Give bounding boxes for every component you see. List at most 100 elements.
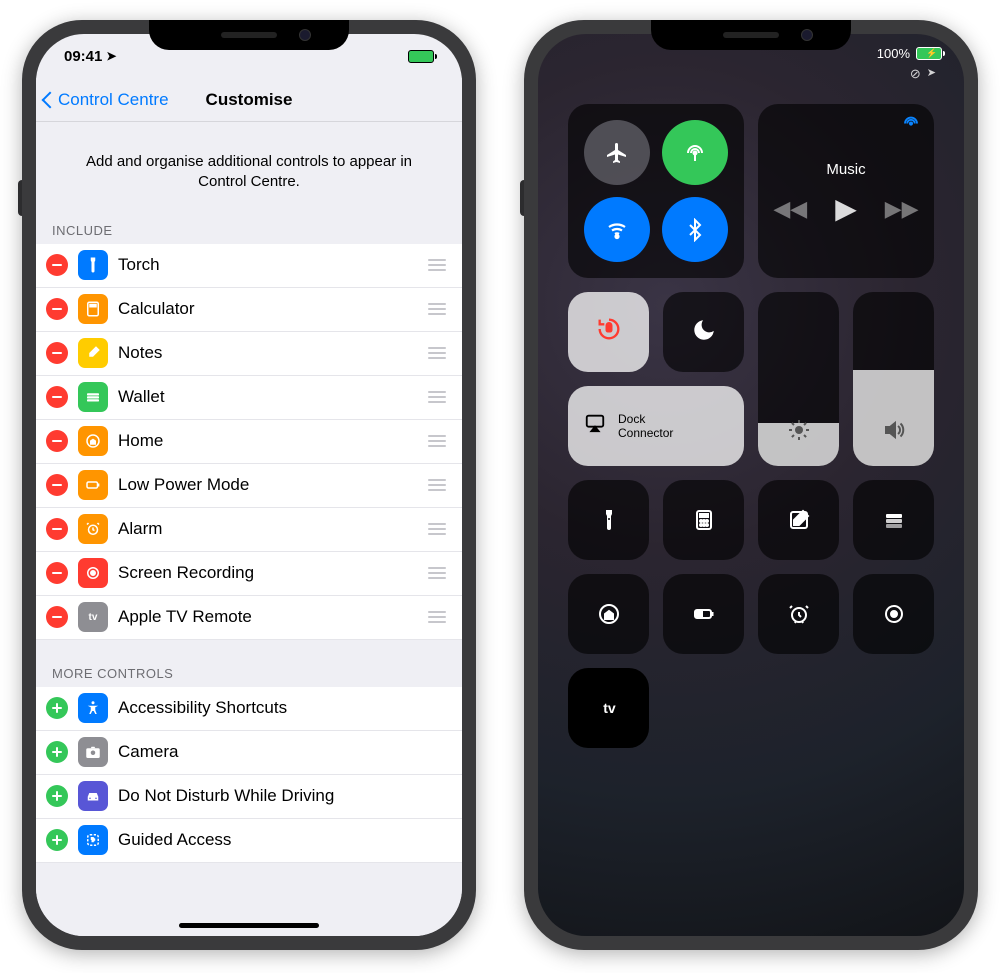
airplay-icon[interactable] xyxy=(902,116,920,139)
control-row[interactable]: Wallet xyxy=(36,376,462,420)
remove-button[interactable] xyxy=(46,606,68,628)
control-row[interactable]: Low Power Mode xyxy=(36,464,462,508)
remove-button[interactable] xyxy=(46,386,68,408)
record-tile[interactable] xyxy=(853,574,934,654)
row-label: Low Power Mode xyxy=(118,475,416,495)
remove-button[interactable] xyxy=(46,474,68,496)
add-button[interactable] xyxy=(46,697,68,719)
row-label: Torch xyxy=(118,255,416,275)
music-label: Music xyxy=(826,161,865,178)
drag-handle-icon[interactable] xyxy=(426,303,446,315)
control-row[interactable]: Accessibility Shortcuts xyxy=(36,687,462,731)
drag-handle-icon[interactable] xyxy=(426,347,446,359)
cc-status-bar: 100% ⚡ xyxy=(877,46,942,61)
drag-handle-icon[interactable] xyxy=(426,259,446,271)
control-row[interactable]: Torch xyxy=(36,244,462,288)
calc-icon xyxy=(78,294,108,324)
row-label: Do Not Disturb While Driving xyxy=(118,786,446,806)
next-track-button[interactable]: ▶▶ xyxy=(885,196,919,222)
control-row[interactable]: Notes xyxy=(36,332,462,376)
back-button[interactable]: Control Centre xyxy=(44,90,169,110)
home-tile[interactable] xyxy=(568,574,649,654)
moon-icon xyxy=(691,317,717,348)
control-centre-screen: 100% ⚡ ⊘ ➤ xyxy=(538,34,964,936)
airplane-toggle[interactable] xyxy=(584,120,650,185)
play-button[interactable]: ▶ xyxy=(835,192,857,225)
wallet-tile[interactable] xyxy=(853,480,934,560)
more-list: Accessibility Shortcuts Camera Do Not Di… xyxy=(36,687,462,863)
control-row[interactable]: Do Not Disturb While Driving xyxy=(36,775,462,819)
low-power-tile[interactable] xyxy=(663,574,744,654)
calculator-tile[interactable] xyxy=(663,480,744,560)
control-row[interactable]: Alarm xyxy=(36,508,462,552)
control-row[interactable]: Camera xyxy=(36,731,462,775)
back-label: Control Centre xyxy=(58,90,169,110)
access-icon xyxy=(78,693,108,723)
location-icon: ➤ xyxy=(106,49,116,63)
notch xyxy=(651,20,851,50)
cc-grid: Music ◀◀ ▶ ▶▶ xyxy=(568,104,934,748)
bluetooth-toggle[interactable] xyxy=(662,197,728,262)
notes-tile[interactable] xyxy=(758,480,839,560)
drag-handle-icon[interactable] xyxy=(426,523,446,535)
battery-icon xyxy=(78,470,108,500)
prev-track-button[interactable]: ◀◀ xyxy=(773,196,807,222)
cellular-toggle[interactable] xyxy=(662,120,728,185)
remove-button[interactable] xyxy=(46,562,68,584)
remove-button[interactable] xyxy=(46,298,68,320)
camera-icon xyxy=(78,737,108,767)
row-label: Screen Recording xyxy=(118,563,416,583)
rotation-lock-tile[interactable] xyxy=(568,292,649,372)
phone-right: 100% ⚡ ⊘ ➤ xyxy=(524,20,978,950)
add-button[interactable] xyxy=(46,829,68,851)
music-tile[interactable]: Music ◀◀ ▶ ▶▶ xyxy=(758,104,934,278)
drag-handle-icon[interactable] xyxy=(426,611,446,623)
remove-button[interactable] xyxy=(46,518,68,540)
dnd-tile[interactable] xyxy=(663,292,744,372)
settings-screen: 09:41 ➤ Control Centre Customise Add and… xyxy=(36,34,462,936)
remove-button[interactable] xyxy=(46,430,68,452)
airplay-mirror-icon xyxy=(582,412,608,440)
control-row[interactable]: Guided Access xyxy=(36,819,462,863)
row-label: Guided Access xyxy=(118,830,446,850)
remove-button[interactable] xyxy=(46,254,68,276)
volume-icon xyxy=(882,418,906,448)
control-row[interactable]: Home xyxy=(36,420,462,464)
control-row[interactable]: Calculator xyxy=(36,288,462,332)
intro-text: Add and organise additional controls to … xyxy=(36,122,462,217)
row-label: Calculator xyxy=(118,299,416,319)
screen-mirror-tile[interactable]: Dock Connector xyxy=(568,386,744,466)
torch-tile[interactable] xyxy=(568,480,649,560)
drag-handle-icon[interactable] xyxy=(426,479,446,491)
alarm-tile[interactable] xyxy=(758,574,839,654)
appletv-tile[interactable]: tv xyxy=(568,668,649,748)
more-header: More Controls xyxy=(36,660,462,687)
brightness-icon xyxy=(787,418,811,448)
control-row[interactable]: tv Apple TV Remote xyxy=(36,596,462,640)
home-icon xyxy=(78,426,108,456)
wifi-toggle[interactable] xyxy=(584,197,650,262)
nav-bar: Control Centre Customise xyxy=(36,78,462,122)
control-row[interactable]: Screen Recording xyxy=(36,552,462,596)
alarm-icon xyxy=(78,514,108,544)
page-title: Customise xyxy=(206,90,293,110)
brightness-slider[interactable] xyxy=(758,292,839,466)
mirror-line2: Connector xyxy=(618,426,673,440)
car-icon xyxy=(78,781,108,811)
home-indicator[interactable] xyxy=(179,923,319,928)
drag-handle-icon[interactable] xyxy=(426,435,446,447)
connectivity-group[interactable] xyxy=(568,104,744,278)
drag-handle-icon[interactable] xyxy=(426,567,446,579)
appletv-icon: tv xyxy=(78,602,108,632)
drag-handle-icon[interactable] xyxy=(426,391,446,403)
location-icon: ➤ xyxy=(927,66,936,82)
settings-body[interactable]: Add and organise additional controls to … xyxy=(36,122,462,936)
include-list: Torch Calculator Notes Wallet Home xyxy=(36,244,462,640)
add-button[interactable] xyxy=(46,785,68,807)
volume-slider[interactable] xyxy=(853,292,934,466)
remove-button[interactable] xyxy=(46,342,68,364)
add-button[interactable] xyxy=(46,741,68,763)
cc-extra-icons: ⊘ ➤ xyxy=(910,66,936,82)
row-label: Home xyxy=(118,431,416,451)
torch-icon xyxy=(78,250,108,280)
